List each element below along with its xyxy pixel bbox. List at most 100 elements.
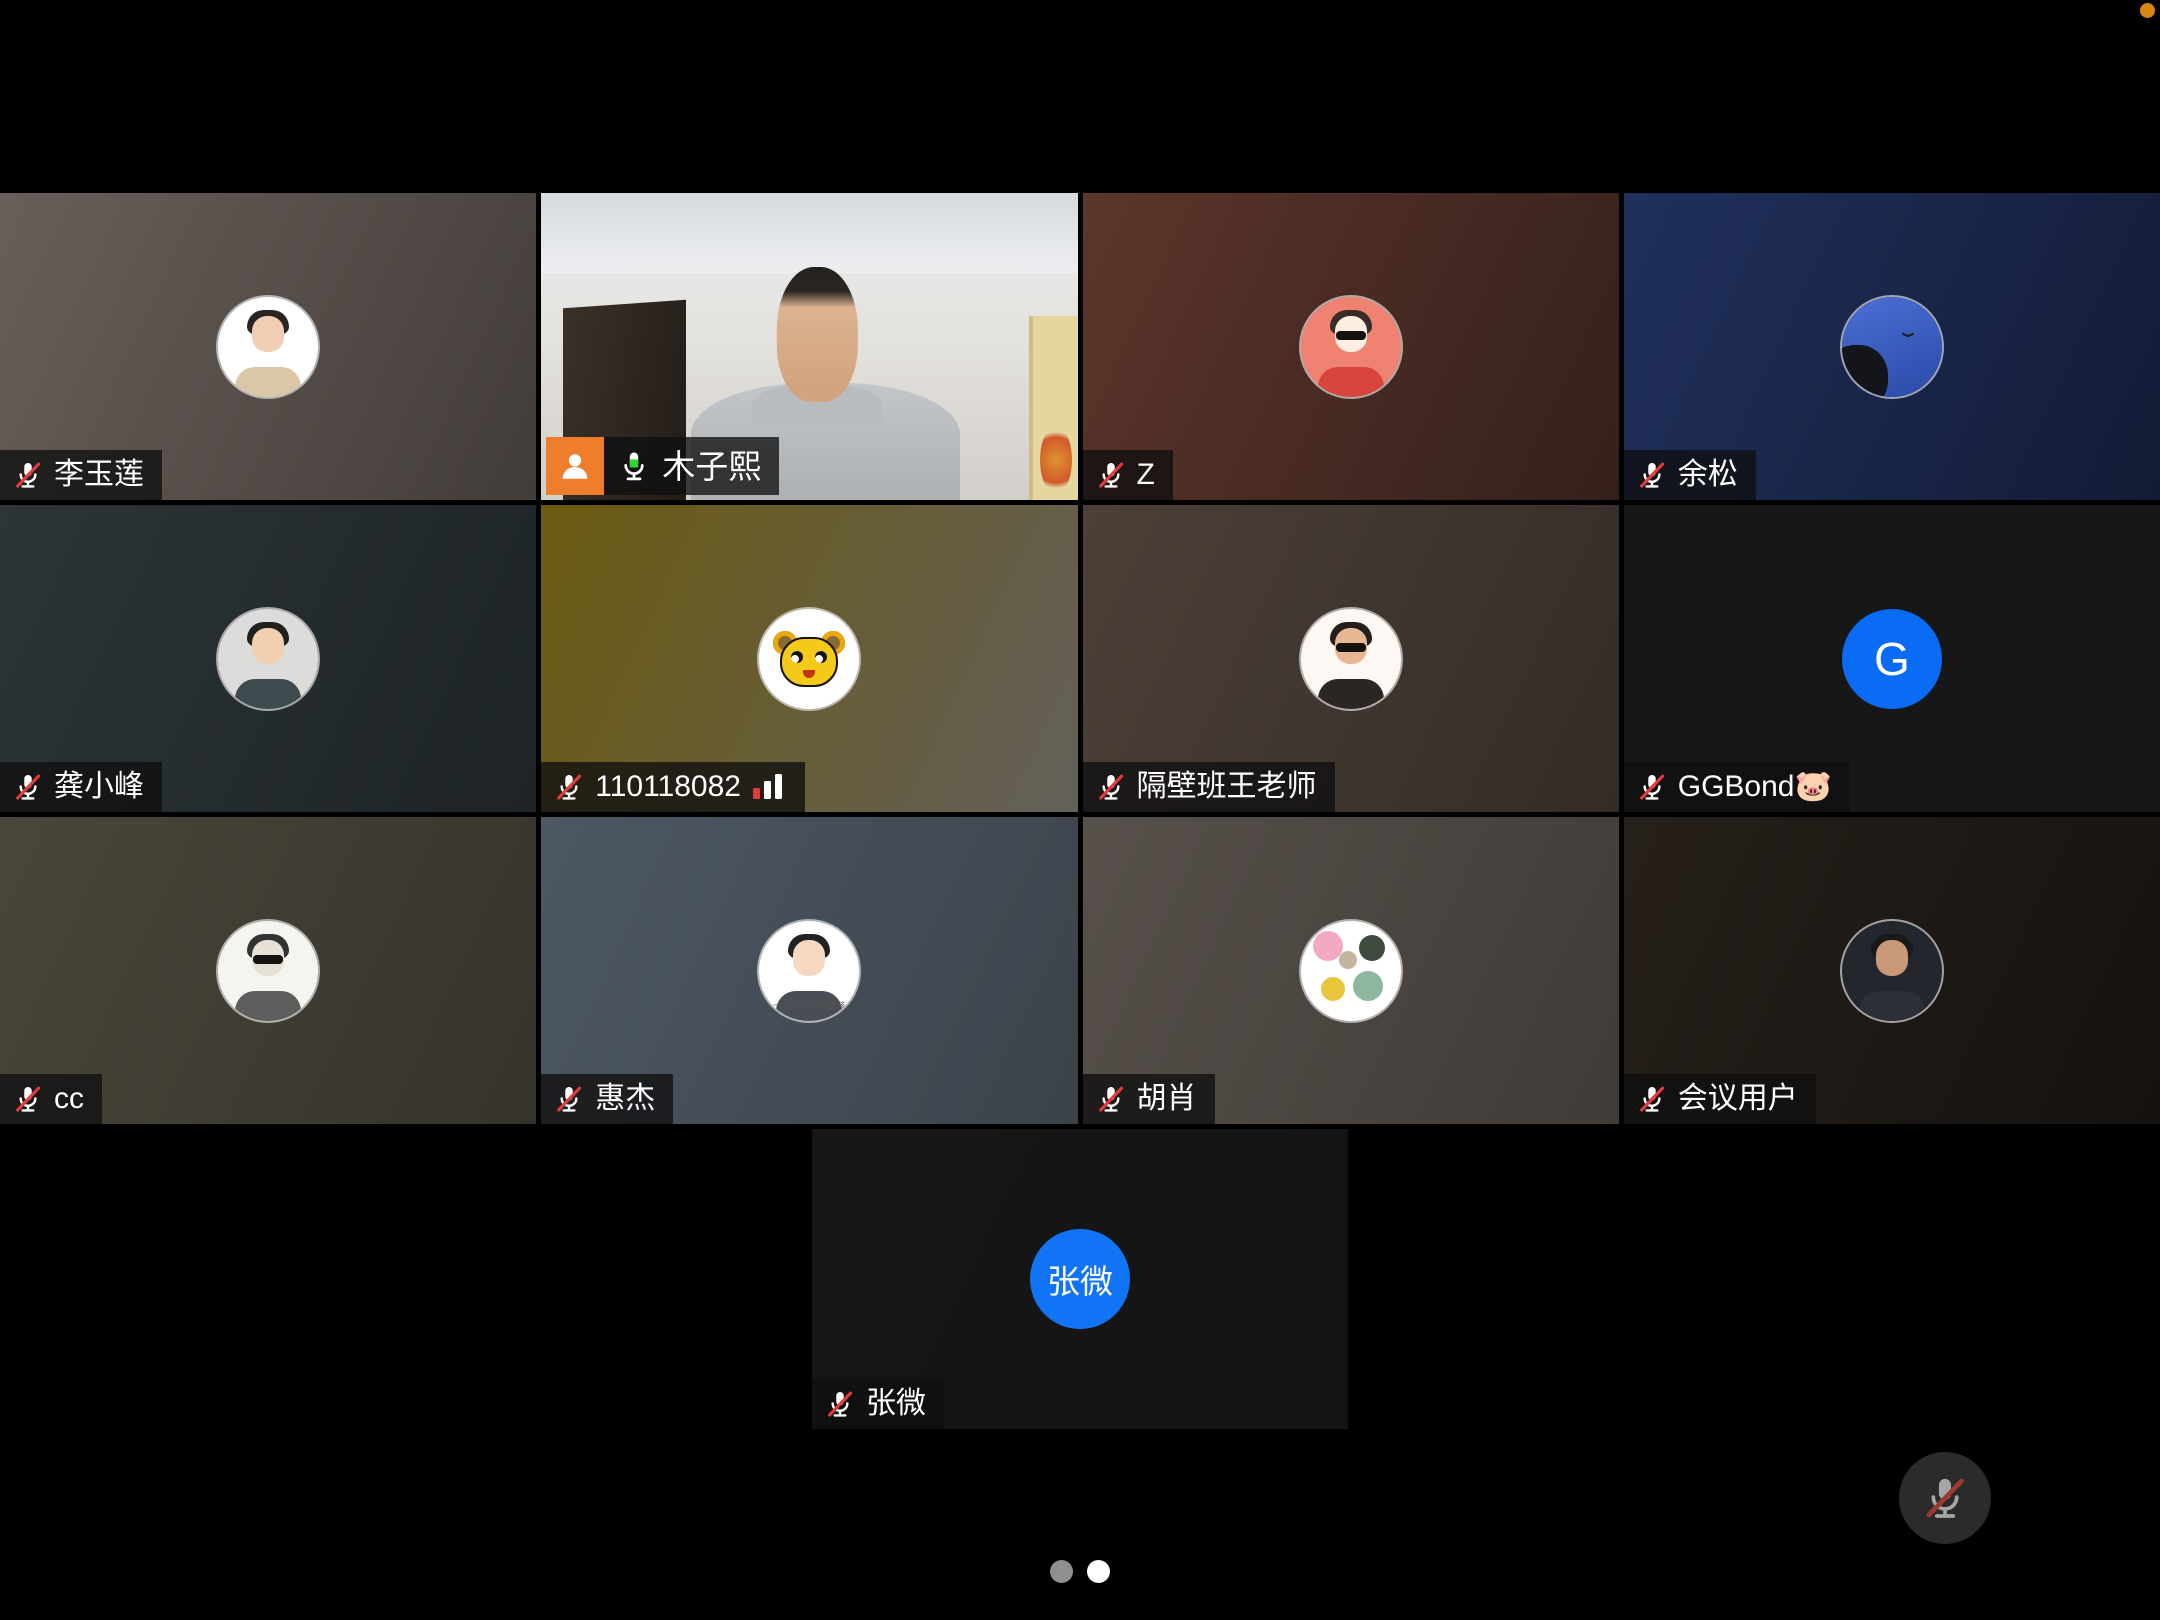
mic-muted-icon [824, 1388, 856, 1420]
name-badge-row: 李玉莲 [0, 450, 162, 500]
name-badge-row: 龚小峰 [0, 762, 162, 812]
pagination-dot-active[interactable] [1087, 1560, 1110, 1583]
avatar [218, 609, 318, 709]
participant-tile[interactable]: 110118082 [541, 505, 1077, 812]
ceiling [541, 193, 1077, 273]
avatar-shoulders [1318, 367, 1384, 397]
name-badge-row: 余松 [1624, 450, 1756, 500]
avatar-initial: 张微 [1047, 1255, 1113, 1303]
avatar: G [1842, 609, 1942, 709]
avatar-face [1876, 940, 1908, 976]
avatar-shoulders [1318, 679, 1384, 709]
mic-muted-icon [1636, 771, 1668, 803]
name-chip: Z [1083, 450, 1173, 500]
avatar-face [252, 316, 284, 352]
tiger-eye [791, 651, 803, 663]
avatar [218, 921, 318, 1021]
name-badge-row: GGBond🐷 [1624, 762, 1850, 812]
pagination-dot[interactable] [1050, 1560, 1073, 1583]
name-badge-row: 惠杰 [541, 1074, 673, 1124]
meeting-stage: 李玉莲 [0, 0, 2160, 1620]
avatar-initial: G [1874, 632, 1910, 686]
collage-blob [1359, 935, 1385, 961]
collage-blob [1339, 951, 1357, 969]
person-silhouette [1842, 345, 1888, 397]
avatar [1301, 609, 1401, 709]
tiger-eye [815, 651, 827, 663]
avatar: 张微 [1030, 1229, 1130, 1329]
avatar [759, 609, 859, 709]
mic-active-icon [616, 448, 652, 484]
avatar-shoulders [235, 367, 301, 397]
speaker-head [777, 267, 857, 402]
mute-button[interactable] [1899, 1452, 1991, 1544]
tiger-face [780, 637, 838, 687]
avatar [1301, 921, 1401, 1021]
sunglasses [253, 955, 283, 964]
name-chip: cc [0, 1074, 102, 1124]
participant-tile[interactable]: 胡肖 [1083, 817, 1619, 1124]
mic-muted-icon [553, 1083, 585, 1115]
mic-muted-icon [12, 1083, 44, 1115]
collage-blob [1313, 931, 1343, 961]
avatar-caption: 一个干干净净的男孩 [759, 1000, 859, 1011]
participant-tile[interactable]: 李玉莲 [0, 193, 536, 500]
mic-muted-icon [553, 771, 585, 803]
participant-tile[interactable]: 张微 [812, 1129, 1348, 1429]
bird-silhouette [1902, 331, 1914, 339]
collage-blob [1321, 977, 1345, 1001]
mic-muted-icon [1095, 1083, 1127, 1115]
mic-muted-icon [1636, 459, 1668, 491]
avatar-face [252, 628, 284, 664]
name-badge-row: 隔壁班王老师 [1083, 762, 1335, 812]
name-chip: 余松 [1624, 450, 1756, 500]
participant-tile[interactable]: cc [0, 817, 536, 1124]
name-chip: 张微 [812, 1379, 944, 1429]
participant-tile[interactable]: 会议用户 [1624, 817, 2160, 1124]
participant-tile[interactable]: 余松 [1624, 193, 2160, 500]
participant-tile[interactable]: Z [1083, 193, 1619, 500]
notification-dot [2140, 3, 2155, 18]
network-signal-icon [751, 771, 787, 803]
participant-name: Z [1137, 460, 1155, 490]
avatar-face [793, 940, 825, 976]
avatar [218, 297, 318, 397]
participant-tile[interactable]: 一个干干净净的男孩 [541, 817, 1077, 1124]
mic-muted-icon [12, 771, 44, 803]
participant-tile[interactable]: 木子熙 [541, 193, 1077, 500]
host-badge [546, 437, 604, 495]
participant-name: 会议用户 [1678, 1084, 1798, 1114]
participant-tile[interactable]: 隔壁班王老师 [1083, 505, 1619, 812]
participant-tile[interactable]: G [1624, 505, 2160, 812]
participant-name: GGBond🐷 [1678, 772, 1832, 802]
name-badge-row: 会议用户 [1624, 1074, 1816, 1124]
mic-muted-icon [1636, 1083, 1668, 1115]
participant-name: 张微 [866, 1389, 926, 1419]
sunglasses [1336, 331, 1366, 340]
name-chip: 李玉莲 [0, 450, 162, 500]
name-badge-row: 木子熙 [546, 437, 779, 495]
mic-muted-icon [12, 459, 44, 491]
participant-name: 龚小峰 [54, 772, 144, 802]
wall-decoration [1040, 426, 1072, 494]
participant-name: cc [54, 1084, 84, 1114]
mic-muted-icon [1919, 1472, 1971, 1524]
participant-name: 胡肖 [1137, 1084, 1197, 1114]
name-badge-row: 110118082 [541, 762, 805, 812]
name-chip: 龚小峰 [0, 762, 162, 812]
pagination-dots [0, 1560, 2160, 1583]
sunglasses [1336, 643, 1366, 652]
avatar [1842, 921, 1942, 1021]
name-chip: GGBond🐷 [1624, 762, 1850, 812]
participant-tile[interactable]: 龚小峰 [0, 505, 536, 812]
mic-muted-icon [1095, 771, 1127, 803]
tiger-mouth [803, 670, 815, 678]
name-chip: 110118082 [541, 762, 805, 812]
person-icon [557, 448, 593, 484]
name-chip: 木子熙 [604, 437, 779, 495]
collage-blob [1353, 971, 1383, 1001]
avatar: 一个干干净净的男孩 [759, 921, 859, 1021]
participant-name: 李玉莲 [54, 460, 144, 490]
participant-name: 木子熙 [662, 450, 761, 483]
avatar-shoulders [235, 991, 301, 1021]
